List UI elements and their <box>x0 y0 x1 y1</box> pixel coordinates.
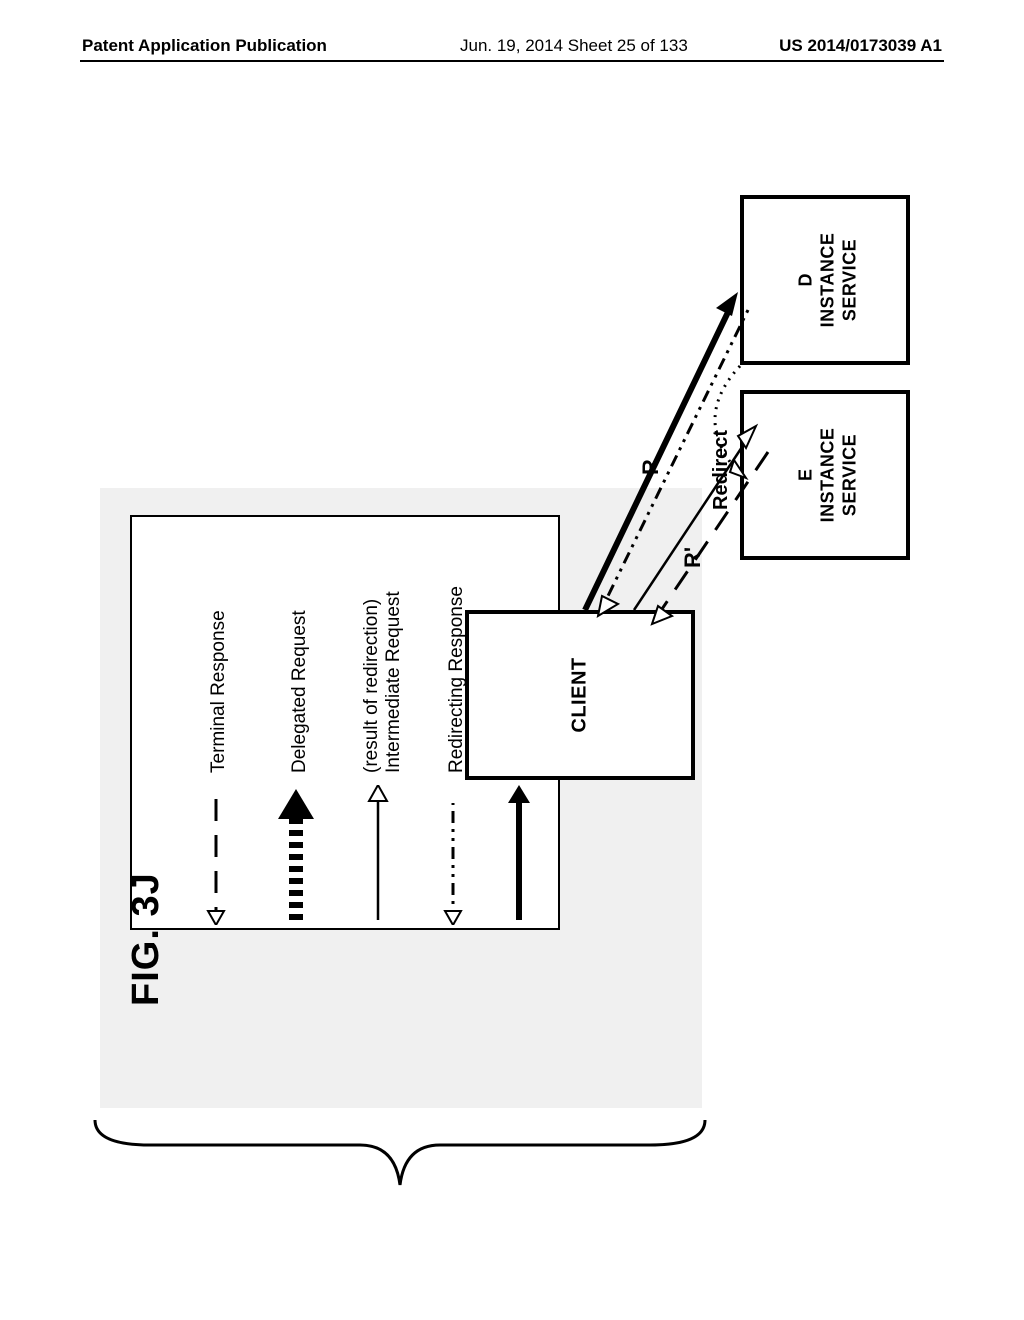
svc-e-line2: INSTANCE <box>818 428 839 523</box>
legend-label-terminal: Terminal Response <box>208 610 230 773</box>
svc-e-line1: SERVICE <box>840 434 861 516</box>
legend-label-intermediate-1: Intermediate Request <box>383 591 405 773</box>
legend-arrow-initial-icon <box>505 785 533 925</box>
header-sheet: Jun. 19, 2014 Sheet 25 of 133 <box>460 36 688 56</box>
figure-label: FIG. 3J <box>125 872 168 1006</box>
header-publication: Patent Application Publication <box>82 36 327 56</box>
svc-e-line3: E <box>796 469 817 481</box>
header-pubno: US 2014/0173039 A1 <box>779 36 942 56</box>
patent-page: Patent Application Publication Jun. 19, … <box>0 0 1024 1320</box>
svc-d-line3: D <box>796 274 817 287</box>
legend-label-intermediate-2: (result of redirection) <box>361 599 383 773</box>
arrow-rprime-response-icon <box>640 440 790 630</box>
curly-brace-icon <box>90 1115 710 1195</box>
legend-arrow-intermediate-icon <box>364 785 392 925</box>
header-rule <box>80 60 944 62</box>
svc-d-line2: INSTANCE <box>818 233 839 328</box>
client-label: CLIENT <box>569 657 592 732</box>
legend-arrow-redirecting-icon <box>439 785 467 925</box>
svc-d-line1: SERVICE <box>840 239 861 321</box>
legend-arrow-delegated-icon <box>276 785 316 925</box>
client-box: CLIENT <box>465 610 695 780</box>
edge-label-rprime: R' <box>680 547 706 568</box>
legend-label-delegated: Delegated Request <box>289 610 311 773</box>
legend-arrow-terminal-icon <box>202 785 230 925</box>
